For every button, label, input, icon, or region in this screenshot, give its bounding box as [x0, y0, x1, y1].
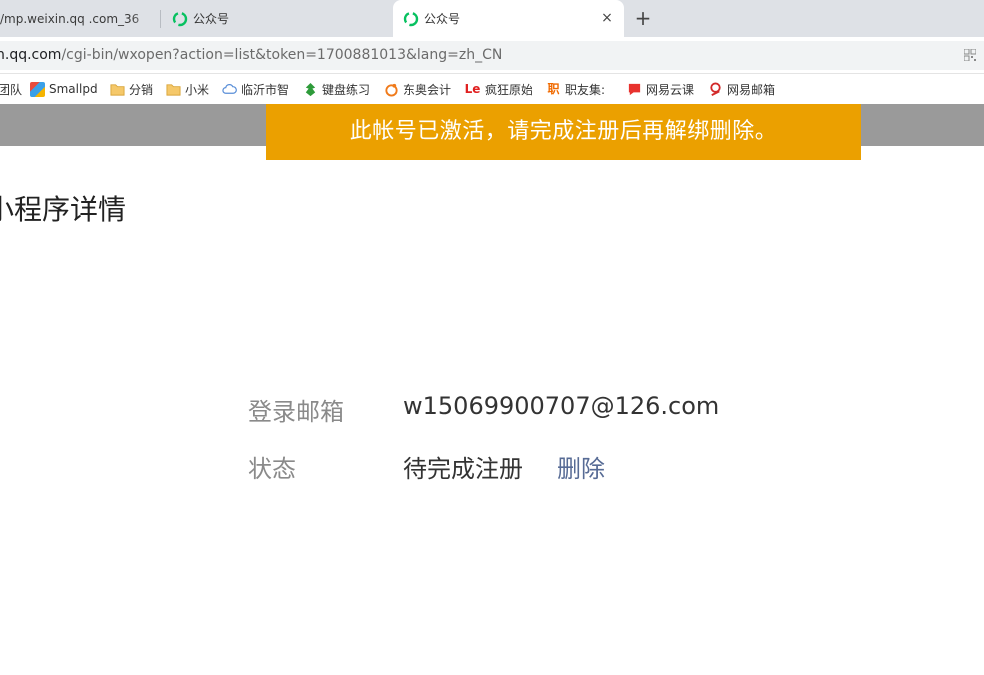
bookmark-label: 东奥会计 [403, 82, 452, 97]
bookmark-label: 键盘练习 [322, 82, 369, 97]
delete-link[interactable]: 删除 [557, 449, 605, 484]
tab-gongzhonghao-2-active[interactable]: 公众号 × [393, 0, 624, 37]
tab-weixin-mp[interactable]: /mp.weixin.qq .com_36 [0, 0, 160, 37]
netease-class-icon [628, 83, 641, 95]
keyboard-practice-icon [305, 82, 316, 96]
close-tab-icon[interactable]: × [598, 9, 616, 27]
netease-mail-icon [710, 81, 721, 96]
smallpdf-icon [30, 81, 45, 97]
address-bar: n.qq.com/cgi-bin/wxopen?action=list&toke… [0, 37, 984, 74]
bookmark-smallpdf[interactable]: Smallpd [30, 74, 98, 104]
bookmark-netease-mail[interactable]: 网易邮箱 [708, 74, 776, 104]
url-host: n.qq.com [0, 47, 62, 63]
bookmark-fenxiao[interactable]: 分销 [110, 74, 158, 104]
page-title: 小程序详情 [0, 193, 127, 226]
bookmark-label: 临沂市智 [241, 82, 290, 97]
bookmark-xiaomi[interactable]: 小米 [166, 74, 214, 104]
tab-title: 公众号 [193, 12, 230, 26]
tab-gongzhonghao-1[interactable]: 公众号 [170, 0, 392, 37]
bookmark-label: 团队 [0, 82, 22, 97]
tab-separator [160, 10, 161, 28]
bookmarks-bar: 团队 Smallpd 分销 小米 临沂市智 键盘练习 东奥会计 Le 疯狂原始 … [0, 74, 984, 104]
tab-fade [130, 0, 160, 37]
bookmark-linyi[interactable]: 临沂市智 [222, 74, 290, 104]
bookmark-label: 职友集: [565, 82, 606, 97]
bookmark-label: 分销 [129, 82, 154, 97]
bookmark-label: 小米 [185, 82, 210, 97]
dongao-icon [385, 83, 398, 97]
bookmark-keyboard-practice[interactable]: 键盘练习 [303, 74, 369, 104]
bookmark-label: 网易邮箱 [727, 82, 776, 97]
url-path: /cgi-bin/wxopen?action=list&token=170088… [61, 47, 503, 63]
new-tab-icon[interactable]: + [632, 7, 654, 29]
notice-banner: 此帐号已激活，请完成注册后再解绑删除。 [266, 104, 861, 160]
bookmark-netease-class[interactable]: 网易云课 [627, 74, 695, 104]
wechat-mp-icon [403, 11, 419, 26]
bookmark-team[interactable]: 团队 [0, 74, 22, 104]
bookmark-label: Smallpd [49, 82, 98, 96]
bookmark-dongao[interactable]: 东奥会计 [384, 74, 452, 104]
wechat-mp-icon [172, 11, 188, 26]
folder-icon [166, 83, 181, 96]
cloud-icon [222, 83, 237, 94]
status-label: 状态 [248, 455, 296, 483]
tab-strip: /mp.weixin.qq .com_36 公众号 公众号 × + [0, 0, 984, 37]
qr-code-icon[interactable] [964, 49, 976, 61]
bookmark-crazy-primitive[interactable]: Le 疯狂原始 [464, 74, 532, 104]
folder-icon [110, 83, 125, 96]
url-input[interactable]: n.qq.com/cgi-bin/wxopen?action=list&toke… [0, 41, 984, 70]
tab-title: /mp.weixin.qq .com_36 [0, 11, 140, 26]
zhiyouji-icon: 职 [547, 81, 560, 96]
email-value: w15069900707@126.com [403, 392, 720, 420]
le-icon: Le [464, 81, 481, 96]
email-label: 登录邮箱 [248, 398, 344, 426]
tab-title: 公众号 [424, 12, 461, 26]
status-value: 待完成注册 [403, 455, 523, 483]
bookmark-label: 疯狂原始 [485, 82, 532, 97]
bookmark-label: 网易云课 [646, 82, 695, 97]
bookmark-zhiyouji[interactable]: 职 职友集: [546, 74, 610, 104]
